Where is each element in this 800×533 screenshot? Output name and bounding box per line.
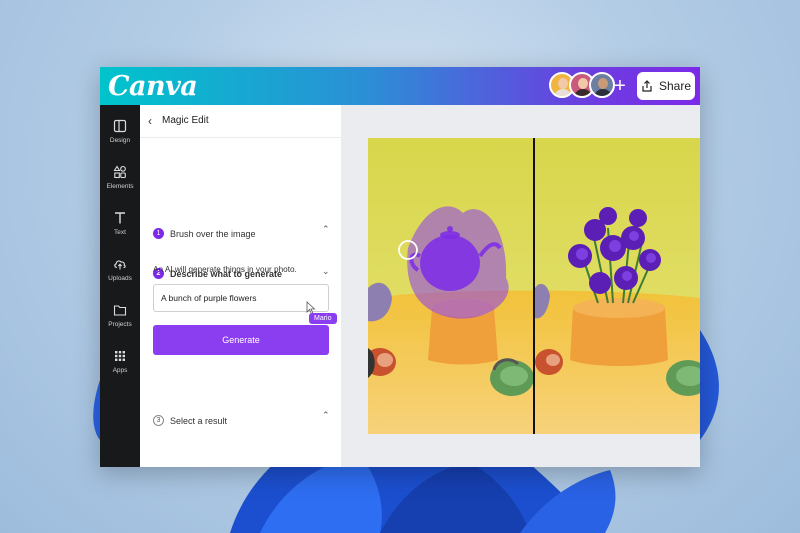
folder-icon: [113, 305, 127, 316]
rail-item-text[interactable]: Text: [100, 209, 140, 236]
cloud-upload-icon: [114, 260, 126, 270]
layout-icon: [113, 119, 127, 133]
side-rail: Design Elements Text Uploads Projects Ap…: [100, 105, 140, 467]
share-label: Share: [658, 79, 692, 93]
rail-item-projects[interactable]: Projects: [100, 301, 140, 328]
rail-label: Apps: [112, 367, 128, 374]
canvas-area: [341, 105, 700, 467]
rail-label: Elements: [106, 183, 134, 190]
text-icon: [115, 212, 125, 224]
before-after-photo[interactable]: [368, 138, 700, 434]
step-number: 1: [153, 228, 164, 239]
rail-label: Design: [109, 137, 131, 144]
top-bar: Canva + Share: [100, 67, 700, 105]
canva-window: Canva + Share Design Elements Text Uploa…: [100, 67, 700, 467]
generate-button[interactable]: Generate: [153, 325, 329, 355]
chevron-up-icon[interactable]: ⌃: [322, 224, 330, 235]
share-icon: [642, 80, 652, 92]
collaborator-cursor-tag: Mario: [309, 313, 337, 324]
rail-item-uploads[interactable]: Uploads: [100, 255, 140, 282]
share-button[interactable]: Share: [637, 72, 695, 100]
hint-text: An AI will generate things in your photo…: [153, 265, 297, 274]
chevron-up-icon[interactable]: ⌃: [322, 410, 330, 421]
rail-item-apps[interactable]: Apps: [100, 347, 140, 374]
step-select-result[interactable]: 3 Select a result: [153, 415, 227, 426]
panel-header: ‹ Magic Edit: [140, 105, 341, 138]
rail-item-design[interactable]: Design: [100, 117, 140, 144]
chevron-down-icon[interactable]: ⌄: [322, 266, 330, 277]
rail-label: Text: [114, 229, 126, 236]
magic-edit-panel: ‹ Magic Edit 1 Brush over the image ⌃ 2 …: [140, 105, 342, 467]
step-brush[interactable]: 1 Brush over the image: [153, 228, 256, 239]
prompt-input[interactable]: [153, 284, 329, 312]
step-number: 3: [153, 415, 164, 426]
rail-item-elements[interactable]: Elements: [100, 163, 140, 190]
panel-title: Magic Edit: [162, 115, 209, 126]
step-label: Brush over the image: [170, 228, 256, 239]
back-chevron-icon[interactable]: ‹: [148, 114, 152, 128]
grid-icon: [115, 351, 125, 361]
rail-label: Uploads: [108, 275, 132, 282]
step-label: Select a result: [170, 415, 228, 426]
canva-logo: Canva: [108, 71, 198, 102]
rail-label: Projects: [108, 321, 132, 328]
shapes-icon: [113, 165, 126, 179]
add-collaborator-button[interactable]: +: [610, 76, 630, 96]
